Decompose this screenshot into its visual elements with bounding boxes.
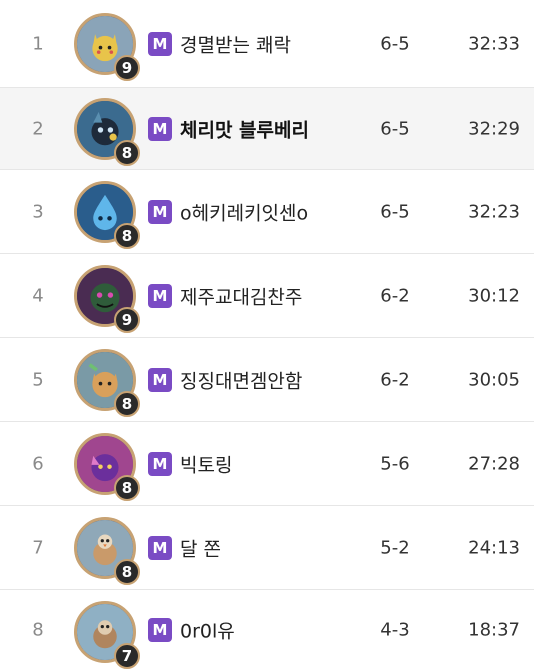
level-badge: 9: [114, 54, 140, 81]
tier-badge: M: [148, 199, 172, 224]
time-value: 18:37: [468, 619, 520, 641]
level-badge: 8: [114, 390, 140, 417]
tier-badge: M: [148, 451, 172, 476]
player-avatar[interactable]: 8: [74, 97, 140, 166]
rank-number: 6: [32, 453, 44, 474]
player-name[interactable]: 달 쫀: [180, 534, 221, 561]
player-name[interactable]: 체리맛 블루베리: [180, 115, 309, 142]
stage-value: 5-6: [380, 453, 410, 474]
ranking-row[interactable]: 3 8 M o헤키레키잇센o 6-5 32:23: [0, 170, 534, 254]
ranking-row[interactable]: 8 7 M 0r0l유 4-3 18:37: [0, 590, 534, 669]
player-name[interactable]: 0r0l유: [180, 617, 235, 644]
level-badge: 7: [114, 643, 140, 669]
stage-value: 6-2: [380, 369, 410, 390]
rank-number: 5: [32, 369, 44, 390]
ranking-row[interactable]: 1 9 M 경멸받는 쾌락 6-5 32:33: [0, 0, 534, 88]
rank-number: 8: [32, 619, 44, 641]
tier-badge: M: [148, 535, 172, 560]
stage-value: 5-2: [380, 537, 410, 558]
stage-value: 6-5: [380, 33, 410, 54]
level-badge: 9: [114, 306, 140, 333]
time-value: 30:12: [468, 285, 520, 306]
player-name[interactable]: 제주교대김찬주: [180, 282, 302, 309]
time-value: 24:13: [468, 537, 520, 558]
tier-badge: M: [148, 367, 172, 392]
player-avatar[interactable]: 9: [74, 12, 140, 81]
player-avatar[interactable]: 8: [74, 432, 140, 501]
time-value: 32:33: [468, 33, 520, 54]
ranking-row[interactable]: 7 8 M 달 쫀 5-2 24:13: [0, 506, 534, 590]
time-value: 32:23: [468, 201, 520, 222]
player-name[interactable]: 경멸받는 쾌락: [180, 30, 291, 57]
time-value: 32:29: [468, 118, 520, 139]
level-badge: 8: [114, 139, 140, 166]
tier-badge: M: [148, 116, 172, 141]
rank-number: 2: [32, 118, 44, 139]
stage-value: 4-3: [380, 619, 410, 641]
stage-value: 6-5: [380, 118, 410, 139]
rank-number: 7: [32, 537, 44, 558]
level-badge: 8: [114, 474, 140, 501]
rank-number: 4: [32, 285, 44, 306]
tier-badge: M: [148, 31, 172, 56]
player-avatar[interactable]: 8: [74, 180, 140, 249]
ranking-list: 1 9 M 경멸받는 쾌락 6-5 32:33 2 8 M 체리맛 블루베리 6…: [0, 0, 534, 669]
player-name[interactable]: 징징대면겜안함: [180, 366, 302, 393]
player-avatar[interactable]: 9: [74, 264, 140, 333]
ranking-row[interactable]: 2 8 M 체리맛 블루베리 6-5 32:29: [0, 88, 534, 170]
player-name[interactable]: o헤키레키잇센o: [180, 198, 308, 225]
ranking-row[interactable]: 6 8 M 빅토링 5-6 27:28: [0, 422, 534, 506]
level-badge: 8: [114, 558, 140, 585]
stage-value: 6-2: [380, 285, 410, 306]
time-value: 30:05: [468, 369, 520, 390]
player-name[interactable]: 빅토링: [180, 450, 232, 477]
player-avatar[interactable]: 8: [74, 516, 140, 585]
rank-number: 1: [32, 33, 44, 54]
player-avatar[interactable]: 8: [74, 348, 140, 417]
level-badge: 8: [114, 222, 140, 249]
ranking-row[interactable]: 5 8 M 징징대면겜안함 6-2 30:05: [0, 338, 534, 422]
time-value: 27:28: [468, 453, 520, 474]
stage-value: 6-5: [380, 201, 410, 222]
tier-badge: M: [148, 618, 172, 642]
rank-number: 3: [32, 201, 44, 222]
tier-badge: M: [148, 283, 172, 308]
ranking-row[interactable]: 4 9 M 제주교대김찬주 6-2 30:12: [0, 254, 534, 338]
